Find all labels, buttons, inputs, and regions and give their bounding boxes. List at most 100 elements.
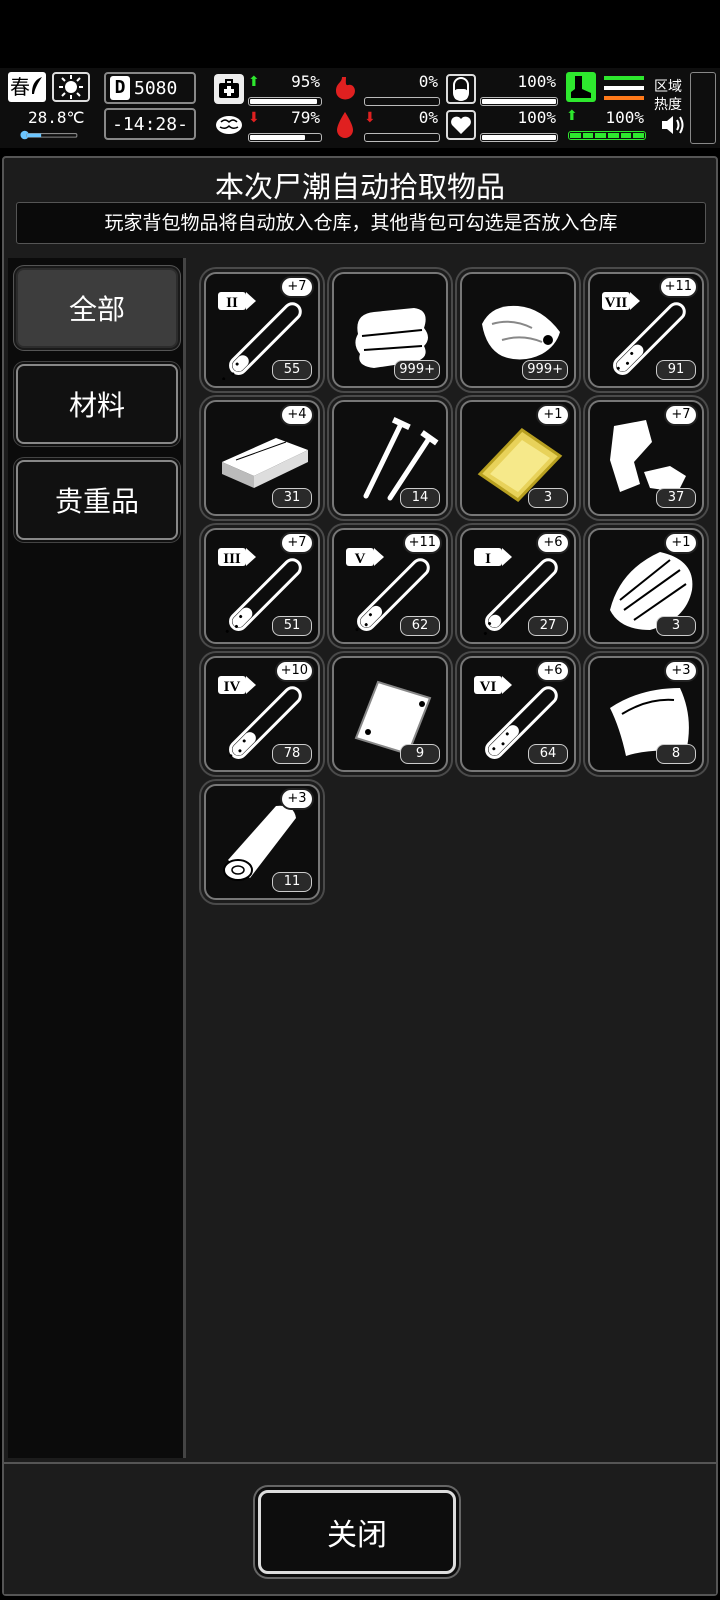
item-bonus-badge: +6 [536,660,570,682]
svg-text:VI: VI [480,679,497,695]
status-hud: 春 28.8℃ D 5080 -14:28- ⬆ 95% 0% 100% ⬇ 7… [0,68,720,148]
thermometer-icon [20,130,78,140]
item-count: 9 [400,744,440,764]
dialog-footer: 关闭 [4,1462,716,1594]
dialog-title: 本次尸潮自动拾取物品 [214,170,505,204]
armor-bar [480,97,558,106]
item-count: 11 [272,872,312,892]
item-slot[interactable]: +3 8 [588,656,704,772]
item-slot[interactable]: +1 3 [460,400,576,516]
item-count: 64 [528,744,568,764]
item-count: 62 [400,616,440,636]
item-bonus-badge: +11 [658,276,698,298]
item-bonus-badge: +7 [280,276,314,298]
category-tab-all[interactable]: 全部 [16,268,178,348]
season-label: 春 [10,75,30,99]
item-bonus-badge: +7 [280,532,314,554]
item-slot[interactable]: +3 11 [204,784,320,900]
item-count: 14 [400,488,440,508]
stamina-stat: ⬆ 100% [566,108,646,142]
item-slot[interactable]: I +6 27 [460,528,576,644]
item-count: 3 [528,488,568,508]
item-slot[interactable]: +7 37 [588,400,704,516]
day-value: 5080 [134,77,178,99]
item-bonus-badge: +4 [280,404,314,426]
category-label: 贵重品 [54,485,139,518]
hunger-stat: 0% [330,72,440,108]
mood-stat: 100% [446,108,558,144]
armor-value: 100% [517,72,556,91]
category-tab-valuables[interactable]: 贵重品 [16,460,178,540]
item-count: 55 [272,360,312,380]
bleeding-bar [364,133,440,142]
stamina-indicator [566,72,646,106]
temperature-value: 28.8℃ [28,108,85,127]
item-slot[interactable]: +4 31 [204,400,320,516]
stamina-value: 100% [605,108,644,127]
item-slot[interactable]: 9 [332,656,448,772]
down-arrow-icon: ⬇ [364,110,376,126]
day-icon: D [110,76,130,100]
item-count: 8 [656,744,696,764]
hunger-value: 0% [418,72,438,91]
stomach-icon [330,74,360,104]
item-count: 78 [272,744,312,764]
item-count: 91 [656,360,696,380]
svg-text:V: V [355,551,366,567]
item-bonus-badge: +6 [536,532,570,554]
category-label: 全部 [68,293,125,326]
item-bonus-badge: +7 [664,404,698,426]
blood-drop-icon [330,110,360,140]
svg-text:III: III [223,551,241,567]
armor-stat: 100% [446,72,558,108]
item-count: 999+ [394,360,440,380]
item-count: 999+ [522,360,568,380]
svg-text:II: II [226,295,238,311]
heart-icon [446,110,476,140]
item-slot[interactable]: III +7 51 [204,528,320,644]
item-count: 51 [272,616,312,636]
infection-stat: ⬇ 79% [214,108,322,144]
svg-text:I: I [485,551,491,567]
item-slot[interactable]: V +11 62 [332,528,448,644]
infection-bar [248,133,322,142]
item-count: 37 [656,488,696,508]
item-slot[interactable]: IV +10 78 [204,656,320,772]
weather-sunny-icon [52,72,90,102]
close-button[interactable]: 关闭 [258,1490,456,1574]
category-tab-materials[interactable]: 材料 [16,364,178,444]
item-slot[interactable]: 999+ [460,272,576,388]
speaker-icon[interactable] [660,114,686,136]
item-slot[interactable]: +1 3 [588,528,704,644]
infection-value: 79% [291,108,320,127]
brain-icon [214,110,244,140]
mood-bar [480,133,558,142]
clock: -14:28- [104,108,196,140]
bleeding-stat: ⬇ 0% [330,108,440,144]
health-stat: ⬆ 95% [214,72,322,108]
up-arrow-icon: ⬆ [248,74,260,90]
close-button-label: 关闭 [327,1518,387,1553]
stamina-bar [568,131,646,140]
mood-value: 100% [517,108,556,127]
item-bonus-badge: +11 [402,532,442,554]
item-slot[interactable]: 999+ [332,272,448,388]
item-slot[interactable]: 14 [332,400,448,516]
boot-icon [566,72,596,102]
item-count: 31 [272,488,312,508]
health-bar [248,97,322,106]
item-slot[interactable]: VI +6 64 [460,656,576,772]
category-label: 材料 [68,389,125,422]
item-bonus-badge: +3 [664,660,698,682]
region-heat-meter [690,72,716,144]
item-slot[interactable]: II +7 55 [204,272,320,388]
item-bonus-badge: +1 [664,532,698,554]
item-slot[interactable]: VII +11 91 [588,272,704,388]
hunger-bar [364,97,440,106]
season-badge: 春 [8,72,46,102]
svg-text:VII: VII [605,295,628,311]
item-count: 27 [528,616,568,636]
down-arrow-icon: ⬇ [248,110,260,126]
bleeding-value: 0% [418,108,438,127]
medkit-icon [214,74,244,104]
